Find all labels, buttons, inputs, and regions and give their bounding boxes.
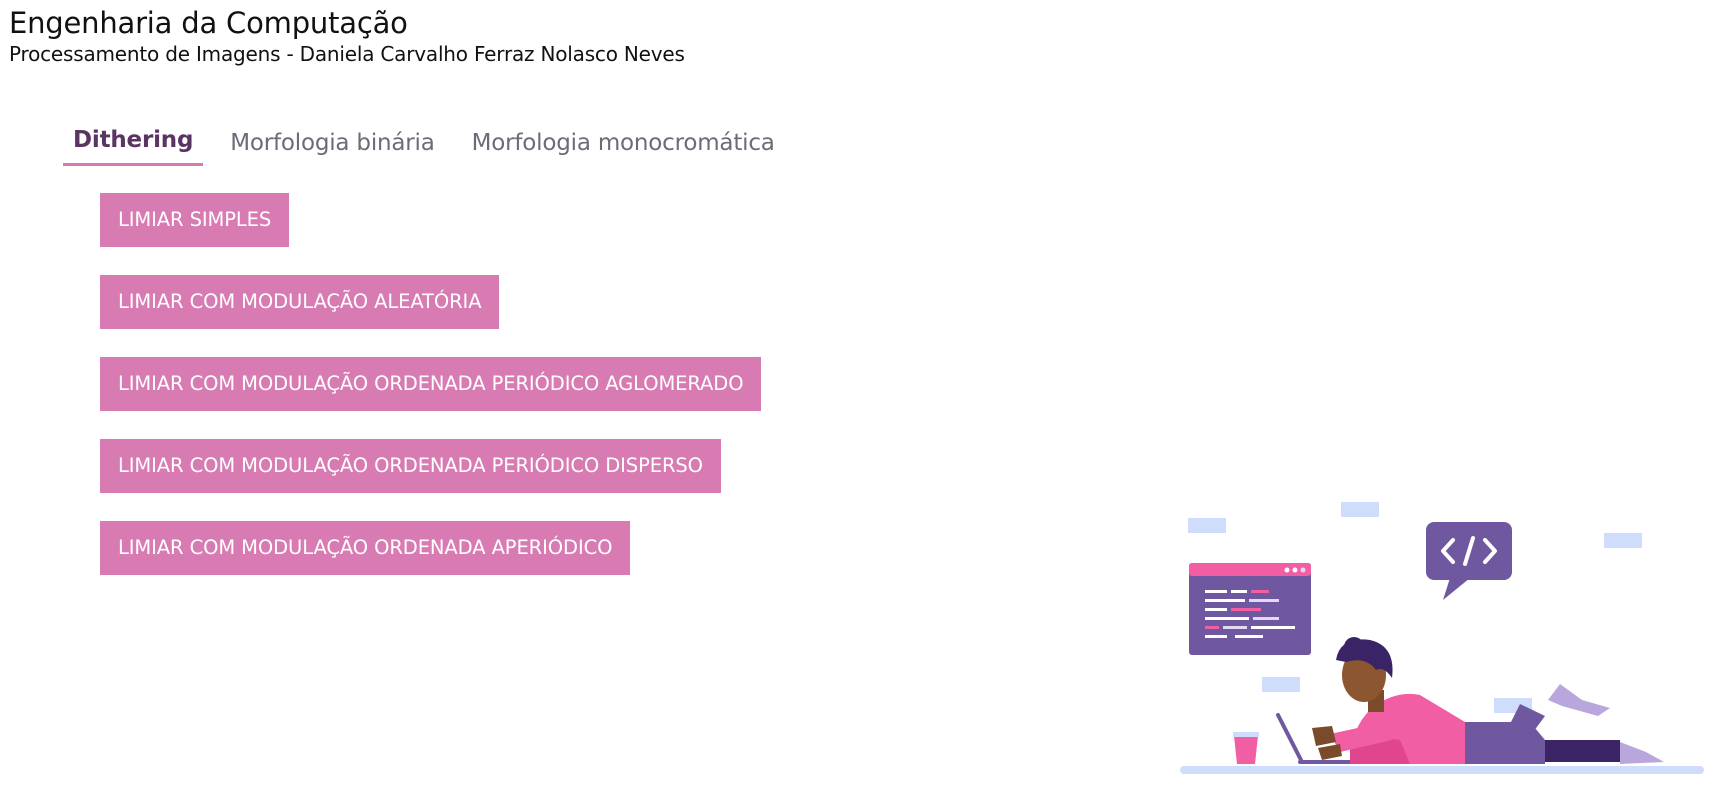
limiar-modulacao-aleatoria-button[interactable]: LIMIAR COM MODULAÇÃO ALEATÓRIA: [100, 275, 500, 329]
coffee-cup-icon: [1233, 732, 1259, 764]
page-title: Engenharia da Computação: [9, 6, 408, 40]
tab-bar: Dithering Morfologia binária Morfologia …: [63, 118, 802, 166]
page-subtitle: Processamento de Imagens - Daniela Carva…: [9, 42, 685, 66]
code-bubble-icon: [1426, 522, 1512, 600]
limiar-ordenada-disperso-button[interactable]: LIMIAR COM MODULAÇÃO ORDENADA PERIÓDICO …: [100, 439, 721, 493]
developer-illustration: [1180, 502, 1704, 774]
limiar-ordenada-aglomerado-button[interactable]: LIMIAR COM MODULAÇÃO ORDENADA PERIÓDICO …: [100, 357, 762, 411]
floor-line: [1180, 766, 1704, 774]
page-header: Engenharia da Computação Processamento d…: [9, 4, 685, 66]
tab-morfologia-monocromatica[interactable]: Morfologia monocromática: [462, 120, 785, 166]
dithering-button-list: LIMIAR SIMPLES LIMIAR COM MODULAÇÃO ALEA…: [100, 193, 762, 603]
person-figure: [1312, 637, 1664, 764]
limiar-simples-button[interactable]: LIMIAR SIMPLES: [100, 193, 290, 247]
limiar-ordenada-aperiodico-button[interactable]: LIMIAR COM MODULAÇÃO ORDENADA APERIÓDICO: [100, 521, 631, 575]
tab-dithering[interactable]: Dithering: [63, 117, 204, 166]
code-window-icon: [1189, 563, 1311, 655]
tab-morfologia-binaria[interactable]: Morfologia binária: [220, 120, 444, 166]
